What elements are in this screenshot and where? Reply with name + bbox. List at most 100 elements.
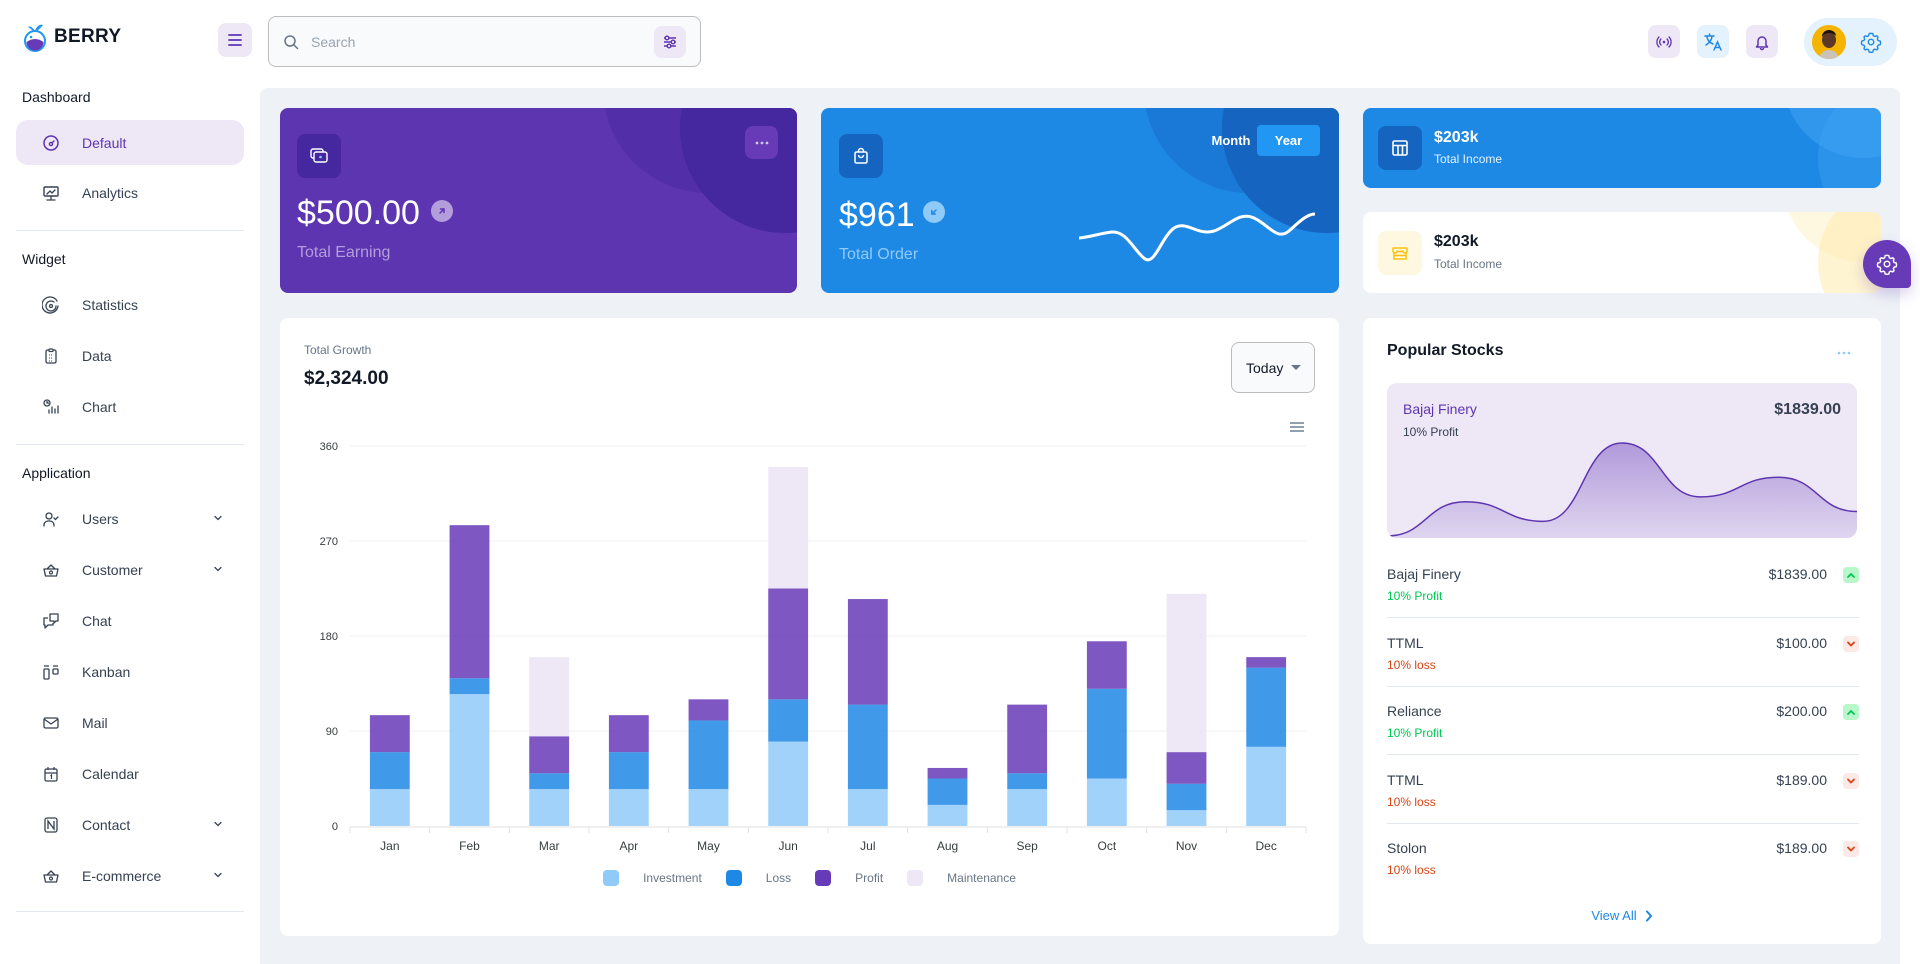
legend-item-investment[interactable]: Investment bbox=[603, 870, 702, 886]
x-tick-label: Mar bbox=[539, 839, 560, 853]
view-all-link[interactable]: View All bbox=[1363, 908, 1881, 923]
bar-segment-profit-nov[interactable] bbox=[1166, 752, 1207, 784]
bar-segment-loss-apr[interactable] bbox=[608, 752, 649, 790]
more-horizontal-icon[interactable] bbox=[1837, 351, 1851, 355]
broadcast-button[interactable] bbox=[1648, 25, 1680, 58]
basket-icon bbox=[43, 563, 59, 577]
legend-item-maintenance[interactable]: Maintenance bbox=[907, 870, 1016, 886]
bar-segment-maintenance-mar[interactable] bbox=[529, 657, 570, 737]
search-filter-button[interactable] bbox=[654, 25, 686, 58]
sidebar-item-customer[interactable]: Customer bbox=[16, 547, 244, 592]
bar-segment-investment-dec[interactable] bbox=[1246, 746, 1287, 826]
menu-toggle-button[interactable] bbox=[218, 23, 252, 57]
sidebar-item-ecommerce[interactable]: E-commerce bbox=[16, 853, 244, 898]
bar-segment-profit-dec[interactable] bbox=[1246, 657, 1287, 668]
sidebar-item-data[interactable]: Data bbox=[16, 333, 244, 378]
sidebar-item-kanban[interactable]: Kanban bbox=[16, 649, 244, 694]
profile-menu-button[interactable] bbox=[1804, 18, 1897, 66]
legend-label: Maintenance bbox=[947, 871, 1016, 885]
bar-segment-maintenance-jun[interactable] bbox=[768, 467, 809, 589]
stock-list-item[interactable]: Bajaj Finery 10% Profit $1839.00 bbox=[1387, 561, 1859, 629]
translate-button[interactable] bbox=[1697, 25, 1729, 58]
bar-segment-investment-nov[interactable] bbox=[1166, 810, 1207, 826]
sidebar-item-chat[interactable]: Chat bbox=[16, 598, 244, 643]
bar-segment-loss-jan[interactable] bbox=[369, 752, 410, 790]
logo[interactable]: BERRY bbox=[22, 22, 121, 52]
bar-segment-investment-aug[interactable] bbox=[927, 804, 968, 826]
bar-segment-loss-feb[interactable] bbox=[449, 678, 490, 695]
bar-segment-investment-mar[interactable] bbox=[529, 789, 570, 826]
bar-segment-profit-feb[interactable] bbox=[449, 525, 490, 679]
stock-divider bbox=[1387, 754, 1859, 755]
bar-segment-profit-jul[interactable] bbox=[847, 599, 888, 705]
bar-segment-investment-jan[interactable] bbox=[369, 789, 410, 826]
bar-segment-loss-aug[interactable] bbox=[927, 778, 968, 805]
bar-segment-loss-jul[interactable] bbox=[847, 704, 888, 790]
bar-segment-loss-dec[interactable] bbox=[1246, 667, 1287, 747]
bar-segment-profit-mar[interactable] bbox=[529, 736, 570, 774]
earning-label: Total Earning bbox=[297, 244, 391, 261]
bar-segment-investment-jul[interactable] bbox=[847, 789, 888, 826]
stock-divider bbox=[1387, 617, 1859, 618]
bar-segment-investment-oct[interactable] bbox=[1086, 778, 1127, 827]
sidebar-item-calendar[interactable]: Calendar bbox=[16, 751, 244, 796]
bar-segment-investment-jun[interactable] bbox=[768, 741, 809, 826]
trend-down-badge bbox=[923, 201, 945, 223]
x-tick-label: Oct bbox=[1097, 839, 1116, 853]
sidebar-item-label: Data bbox=[82, 347, 112, 364]
x-tick-label: Jan bbox=[380, 839, 399, 853]
legend-item-loss[interactable]: Loss bbox=[725, 870, 792, 886]
stock-price: $1839.00 bbox=[1768, 566, 1827, 582]
section-title-dashboard: Dashboard bbox=[22, 89, 91, 105]
legend-item-profit[interactable]: Profit bbox=[815, 870, 883, 886]
bar-segment-investment-apr[interactable] bbox=[608, 789, 649, 826]
toggle-month[interactable]: Month bbox=[1205, 125, 1257, 156]
bar-segment-loss-mar[interactable] bbox=[529, 773, 570, 790]
stock-list-item[interactable]: Reliance 10% Profit $200.00 bbox=[1387, 698, 1859, 766]
bar-segment-profit-apr[interactable] bbox=[608, 715, 649, 753]
toggle-year[interactable]: Year bbox=[1257, 125, 1320, 156]
stocks-title: Popular Stocks bbox=[1387, 342, 1504, 359]
bar-segment-profit-jan[interactable] bbox=[369, 715, 410, 753]
sidebar-item-label: Statistics bbox=[82, 296, 139, 313]
legend-label: Loss bbox=[765, 871, 792, 885]
notifications-button[interactable] bbox=[1746, 25, 1778, 58]
sidebar-divider bbox=[16, 230, 244, 231]
section-title-widget: Widget bbox=[22, 251, 66, 267]
bar-segment-loss-oct[interactable] bbox=[1086, 688, 1127, 779]
stock-change: 10% loss bbox=[1387, 794, 1436, 809]
bar-segment-loss-may[interactable] bbox=[688, 720, 729, 790]
sidebar-item-chart[interactable]: Chart bbox=[16, 384, 244, 429]
sidebar-item-contact[interactable]: Contact bbox=[16, 802, 244, 847]
stock-list-item[interactable]: Stolon 10% loss $189.00 bbox=[1387, 835, 1859, 903]
stock-list-item[interactable]: TTML 10% loss $189.00 bbox=[1387, 767, 1859, 835]
customization-button[interactable] bbox=[1863, 240, 1911, 288]
sidebar-item-analytics[interactable]: Analytics bbox=[16, 170, 244, 215]
income-value: $203k bbox=[1434, 129, 1479, 146]
y-tick-label: 180 bbox=[320, 631, 338, 643]
bar-segment-profit-aug[interactable] bbox=[927, 767, 968, 779]
sidebar-item-mail[interactable]: Mail bbox=[16, 700, 244, 745]
bar-segment-profit-oct[interactable] bbox=[1086, 641, 1127, 689]
bar-segment-loss-sep[interactable] bbox=[1007, 773, 1048, 790]
bar-segment-profit-jun[interactable] bbox=[768, 588, 809, 700]
stock-name: TTML bbox=[1387, 771, 1424, 788]
sidebar-item-users[interactable]: Users bbox=[16, 496, 244, 541]
trend-up-badge bbox=[431, 200, 453, 222]
bar-segment-loss-jun[interactable] bbox=[768, 699, 809, 742]
bar-segment-investment-sep[interactable] bbox=[1007, 789, 1048, 826]
earning-more-button[interactable] bbox=[745, 126, 778, 159]
bar-segment-maintenance-nov[interactable] bbox=[1166, 593, 1207, 753]
credit-card-icon bbox=[310, 148, 328, 163]
bar-segment-investment-feb[interactable] bbox=[449, 694, 490, 826]
bar-segment-profit-sep[interactable] bbox=[1007, 704, 1048, 774]
bar-segment-loss-nov[interactable] bbox=[1166, 783, 1207, 811]
bar-segment-investment-may[interactable] bbox=[688, 789, 729, 826]
chart-arcs-icon bbox=[42, 295, 59, 314]
search-input[interactable] bbox=[311, 33, 654, 50]
stock-list-item[interactable]: TTML 10% loss $100.00 bbox=[1387, 630, 1859, 698]
sidebar-item-default[interactable]: Default bbox=[16, 120, 244, 165]
bar-segment-profit-may[interactable] bbox=[688, 699, 729, 721]
sidebar-item-statistics[interactable]: Statistics bbox=[16, 282, 244, 327]
section-title-application: Application bbox=[22, 465, 91, 481]
